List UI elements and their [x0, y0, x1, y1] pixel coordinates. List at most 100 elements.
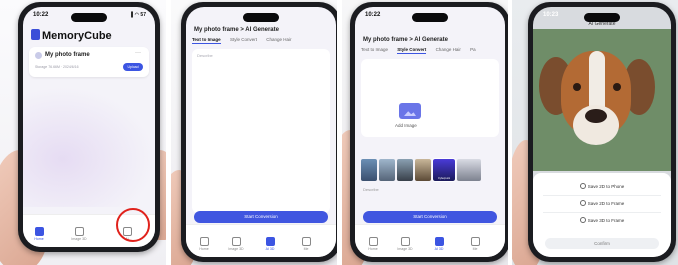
describe-area[interactable]: Describe [192, 49, 330, 213]
tab-image-3d[interactable]: Image 3D [224, 237, 248, 251]
frame-icon [35, 52, 42, 59]
panel-4: 10:23 AI Generate Save 2D to Phone Save … [512, 0, 678, 265]
save-2d-frame-option[interactable]: Save 2D to Frame [533, 200, 671, 206]
tab-label: Image 3D [397, 247, 413, 251]
tab-style-convert[interactable]: Style Convert [397, 47, 427, 54]
style-thumb[interactable] [361, 159, 377, 181]
panel-1: 10:22 ▌◠ 57 MemoryCube My photo frame ··… [0, 0, 166, 265]
describe-label: Describe [197, 53, 213, 58]
save-3d-frame-option[interactable]: Save 3D to Frame [533, 217, 671, 223]
screen: My photo frame > AI Generate Text to Ima… [186, 7, 336, 257]
tab-ai-3d[interactable]: AI 3D [427, 237, 451, 251]
tab-home[interactable]: Home [192, 237, 216, 251]
page-header: My photo frame > AI Generate [194, 27, 279, 33]
page-header: My photo frame > AI Generate [363, 37, 448, 43]
tab-label: Home [368, 247, 378, 251]
tab-image-3d[interactable]: Image 3D [393, 237, 417, 251]
add-image-icon[interactable] [399, 103, 421, 119]
highlight-ring [116, 208, 150, 242]
tab-label: Home [199, 247, 209, 251]
panel-2: My photo frame > AI Generate Text to Ima… [171, 0, 337, 265]
dog-nose [585, 109, 607, 123]
tab-me[interactable]: Me [294, 237, 318, 251]
phone: 10:23 AI Generate Save 2D to Phone Save … [528, 2, 676, 262]
generated-photo [533, 29, 671, 171]
style-thumb[interactable] [379, 159, 395, 181]
dynamic-island [412, 13, 448, 22]
app-title: MemoryCube [31, 29, 112, 42]
option-label: Save 2D to Phone [587, 184, 625, 189]
confirm-button[interactable]: Confirm [545, 238, 659, 249]
start-conversion-button[interactable]: Start Conversion [194, 211, 328, 223]
dog-eye [573, 83, 581, 91]
tab-text-to-image[interactable]: Text to Image [361, 47, 388, 53]
dog-eye [613, 83, 621, 91]
save-2d-phone-option[interactable]: Save 2D to Phone [533, 183, 671, 189]
ai-icon [434, 237, 444, 246]
frame-card[interactable]: My photo frame ··· Storage 76.66M · 2024… [29, 47, 149, 77]
tab-label: Home [34, 237, 44, 241]
cube-icon [231, 237, 241, 246]
home-icon [34, 227, 44, 236]
tab-label: Me [303, 247, 309, 251]
style-thumb[interactable] [457, 159, 481, 181]
tab-text-to-image[interactable]: Text to Image [192, 37, 221, 44]
panel-3: 10:22 My photo frame > AI Generate Text … [342, 0, 508, 265]
home-icon [199, 237, 209, 246]
user-icon [470, 237, 480, 246]
radio-icon [579, 183, 586, 189]
tab-more[interactable]: Pa [470, 47, 476, 53]
screen: 10:22 My photo frame > AI Generate Text … [355, 7, 505, 257]
radio-icon [579, 200, 586, 206]
tab-change-hair[interactable]: Change Hair [436, 47, 461, 53]
upload-button[interactable]: Upload [123, 63, 143, 71]
start-conversion-button[interactable]: Start Conversion [363, 211, 497, 223]
status-icons: ▌◠ 57 [131, 12, 146, 18]
frame-name: My photo frame [45, 52, 90, 58]
app-title-text: MemoryCube [42, 30, 112, 42]
tab-bar: Home Image 3D AI 3D Me [186, 224, 336, 257]
style-thumb[interactable] [397, 159, 413, 181]
style-thumb[interactable] [415, 159, 431, 181]
dynamic-island [584, 13, 620, 22]
tab-ai-3d[interactable]: AI 3D [258, 237, 282, 251]
dynamic-island [71, 13, 107, 22]
radio-icon [579, 217, 586, 223]
option-label: Save 2D to Frame [587, 201, 625, 206]
frame-subtitle: Storage 76.66M · 2024/6/16 [35, 65, 79, 69]
status-time: 10:23 [543, 12, 559, 18]
tab-bar: Home Image 3D AI 3D Me [355, 224, 505, 257]
tab-home[interactable]: Home [27, 227, 51, 241]
mode-tabs: Text to Image Style Convert Change Hair [192, 37, 336, 46]
save-options-sheet: Save 2D to Phone Save 2D to Frame Save 3… [533, 173, 671, 257]
cube-icon [400, 237, 410, 246]
screen: 10:23 AI Generate Save 2D to Phone Save … [533, 7, 671, 257]
tab-label: Image 3D [228, 247, 244, 251]
more-icon[interactable]: ··· [135, 50, 141, 56]
ai-icon [265, 237, 275, 246]
tab-me[interactable]: Me [463, 237, 487, 251]
style-thumb-cyberpunk[interactable]: Cyberpunk [432, 158, 456, 182]
tab-home[interactable]: Home [361, 237, 385, 251]
home-icon [368, 237, 378, 246]
background-glow [23, 87, 155, 207]
upload-area[interactable] [361, 59, 499, 137]
tab-label: AI 3D [434, 247, 444, 251]
status-time: 10:22 [365, 12, 381, 18]
divider [543, 195, 661, 196]
tab-image-3d[interactable]: Image 3D [67, 227, 91, 241]
add-image-label: Add Image [395, 123, 417, 128]
tab-label: AI 3D [265, 247, 275, 251]
mode-tabs: Text to Image Style Convert Change Hair … [361, 47, 505, 56]
status-time: 10:22 [33, 12, 49, 18]
tab-label: Me [472, 247, 478, 251]
user-icon [301, 237, 311, 246]
phone: My photo frame > AI Generate Text to Ima… [181, 2, 337, 262]
describe-label: Describe [363, 187, 379, 192]
divider [543, 212, 661, 213]
tab-style-convert[interactable]: Style Convert [230, 37, 257, 43]
dynamic-island [243, 13, 279, 22]
tab-change-hair[interactable]: Change Hair [266, 37, 291, 43]
option-label: Save 3D to Frame [587, 218, 625, 223]
tab-label: Image 3D [71, 237, 87, 241]
